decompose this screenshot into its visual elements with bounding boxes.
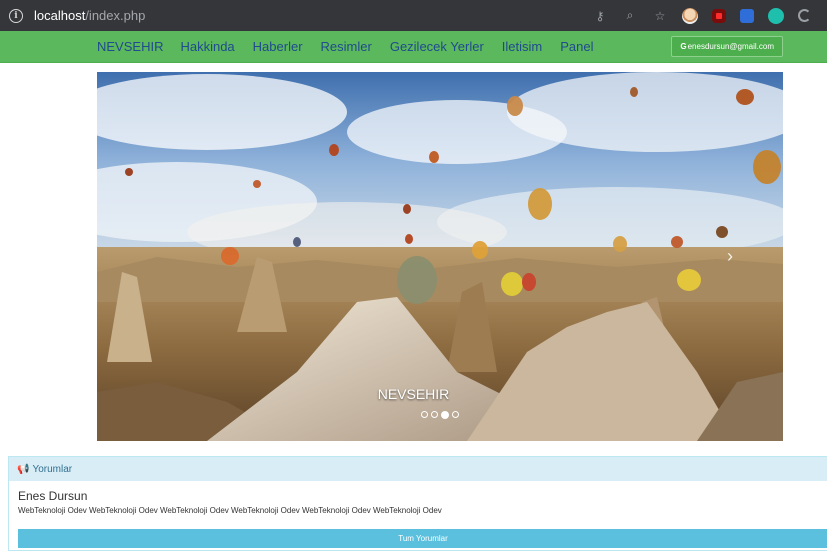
nav-links: NEVSEHIR Hakkinda Haberler Resimler Gezi… xyxy=(97,39,611,54)
profile-avatar-icon[interactable] xyxy=(682,7,698,24)
ublock-extension-icon[interactable] xyxy=(712,8,726,23)
carousel-indicator-2[interactable] xyxy=(431,411,438,418)
user-email: enesdursun@gmail.com xyxy=(687,42,774,51)
info-icon[interactable]: i xyxy=(9,8,23,23)
key-icon[interactable]: ⚷ xyxy=(592,8,608,24)
url-host: localhost xyxy=(34,8,86,23)
comments-panel: 📢 Yorumlar Enes Dursun WebTeknoloji Odev… xyxy=(8,456,827,551)
extension-m-icon[interactable] xyxy=(768,7,784,24)
address-bar[interactable]: localhost/index.php xyxy=(34,8,145,23)
site-navbar: NEVSEHIR Hakkinda Haberler Resimler Gezi… xyxy=(0,31,827,63)
carousel-next-icon[interactable]: › xyxy=(727,246,733,267)
nav-link-iletisim[interactable]: Iletisim xyxy=(502,39,542,54)
nav-link-hakkinda[interactable]: Hakkinda xyxy=(180,39,234,54)
comments-panel-heading: 📢 Yorumlar xyxy=(9,457,827,481)
carousel-indicator-4[interactable] xyxy=(452,411,459,418)
refresh-extension-icon[interactable] xyxy=(798,9,811,22)
comments-heading-label: Yorumlar xyxy=(32,463,73,475)
nav-link-resimler[interactable]: Resimler xyxy=(321,39,372,54)
nav-link-panel[interactable]: Panel xyxy=(560,39,593,54)
comment-author: Enes Dursun xyxy=(18,489,88,503)
google-icon: G xyxy=(680,42,687,51)
zoom-icon[interactable]: ⌕ xyxy=(622,8,638,24)
carousel-indicator-3[interactable] xyxy=(441,410,449,419)
carousel-indicators xyxy=(97,410,783,419)
comment-text: WebTeknoloji Odev WebTeknoloji Odev WebT… xyxy=(18,506,442,515)
carousel-caption: NEVSEHIR xyxy=(377,386,450,402)
nav-brand[interactable]: NEVSEHIR xyxy=(97,39,163,54)
browser-actions: ⚷ ⌕ ☆ xyxy=(592,0,827,31)
user-account-button[interactable]: Genesdursun@gmail.com xyxy=(671,36,783,57)
carousel-indicator-1[interactable] xyxy=(421,411,428,418)
url-path: /index.php xyxy=(85,8,146,23)
translate-extension-icon[interactable] xyxy=(740,8,754,23)
nav-link-haberler[interactable]: Haberler xyxy=(253,39,303,54)
nav-link-gezilecek-yerler[interactable]: Gezilecek Yerler xyxy=(390,39,484,54)
megaphone-icon: 📢 xyxy=(17,463,30,475)
browser-toolbar: i localhost/index.php ⚷ ⌕ ☆ xyxy=(0,0,827,31)
all-comments-button[interactable]: Tum Yorumlar xyxy=(18,529,827,548)
bookmark-star-icon[interactable]: ☆ xyxy=(652,8,668,24)
